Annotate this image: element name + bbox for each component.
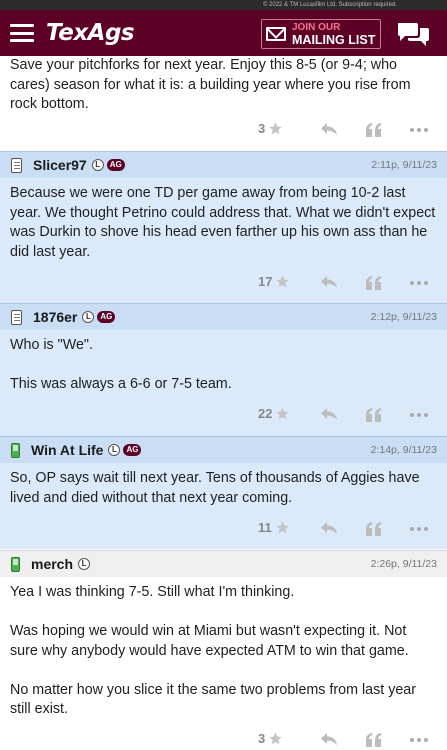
star-icon: [269, 122, 282, 135]
ag-badge: AG: [123, 444, 142, 456]
forum-post: Slicer97 L AG 2:11p, 9/11/23 Because we …: [0, 151, 447, 303]
like-count[interactable]: 22: [258, 406, 290, 421]
reply-icon[interactable]: [320, 732, 338, 746]
username[interactable]: Win At Life: [31, 442, 103, 458]
post-body: Who is "We". This was always a 6-6 or 7-…: [0, 330, 447, 395]
site-header: TexAgs JOIN OUR MAILING LIST: [0, 10, 447, 56]
reply-icon[interactable]: [320, 407, 338, 421]
like-count[interactable]: 17: [258, 274, 290, 289]
quote-icon[interactable]: [365, 275, 382, 290]
post-time[interactable]: 2:12p, 9/11/23: [371, 311, 437, 323]
quote-icon[interactable]: [365, 521, 382, 536]
forum-post: 1876er L AG 2:12p, 9/11/23 Who is "We". …: [0, 303, 447, 436]
post-text: Because we were one TD per game away fro…: [10, 185, 436, 260]
post-actions: 11: [0, 518, 447, 540]
post-time[interactable]: 2:11p, 9/11/23: [371, 159, 437, 171]
post-partial: Save your pitchforks for next year. Enjo…: [0, 56, 447, 151]
forum-post: Win At Life L AG 2:14p, 9/11/23 So, OP s…: [0, 436, 447, 549]
post-header: merch L 2:26p, 9/11/23: [0, 551, 447, 577]
quote-icon[interactable]: [365, 407, 382, 422]
ag-badge: AG: [106, 159, 125, 171]
more-icon[interactable]: [410, 128, 428, 132]
ag-badge: AG: [97, 311, 116, 323]
more-icon[interactable]: [410, 527, 428, 531]
star-icon: [276, 521, 289, 534]
reply-icon[interactable]: [320, 275, 338, 289]
more-icon[interactable]: [410, 413, 428, 417]
post-actions: 3: [0, 729, 447, 750]
post-actions: 17: [0, 272, 447, 294]
quote-icon[interactable]: [365, 122, 382, 137]
quote-icon[interactable]: [365, 732, 382, 747]
more-icon[interactable]: [410, 738, 428, 742]
reply-icon[interactable]: [320, 521, 338, 535]
more-icon[interactable]: [410, 281, 428, 285]
l-badge: L: [108, 444, 121, 456]
post-text: Yea I was thinking 7-5. Still what I'm t…: [10, 584, 295, 600]
post-body: Because we were one TD per game away fro…: [0, 178, 447, 262]
phone-icon: [11, 556, 20, 572]
top-ad-strip: © 2022 & TM Lucasfilm Ltd. Subscription …: [0, 0, 447, 10]
post-text: Was hoping we would win at Miami but was…: [10, 623, 409, 659]
post-header: 1876er L AG 2:12p, 9/11/23: [0, 304, 447, 330]
post-header: Win At Life L AG 2:14p, 9/11/23: [0, 437, 447, 463]
forum-post: merch L 2:26p, 9/11/23 Yea I was thinkin…: [0, 550, 447, 750]
chat-icon[interactable]: [396, 21, 430, 47]
star-icon: [269, 732, 282, 745]
post-text: So, OP says wait till next year. Tens of…: [10, 470, 420, 506]
post-text: This was always a 6-6 or 7-5 team.: [10, 376, 232, 392]
username[interactable]: 1876er: [33, 309, 77, 325]
phone-icon: [11, 442, 20, 458]
like-count[interactable]: 3: [258, 121, 283, 136]
post-time[interactable]: 2:14p, 9/11/23: [371, 444, 437, 456]
reply-icon[interactable]: [320, 122, 338, 136]
l-badge: L: [78, 558, 91, 570]
menu-icon[interactable]: [10, 24, 34, 42]
l-badge: L: [82, 311, 95, 323]
post-time[interactable]: 2:26p, 9/11/23: [371, 558, 437, 570]
envelope-icon: [266, 27, 286, 41]
like-count[interactable]: 3: [258, 731, 283, 746]
post-text: Who is "We".: [10, 337, 93, 353]
post-body: Save your pitchforks for next year. Enjo…: [0, 56, 447, 115]
site-logo[interactable]: TexAgs: [46, 20, 135, 46]
tablet-icon: [11, 309, 22, 325]
post-text: No matter how you slice it the same two …: [10, 681, 417, 718]
username[interactable]: Slicer97: [33, 157, 87, 173]
mailing-list-button[interactable]: JOIN OUR MAILING LIST: [261, 19, 381, 49]
post-body: So, OP says wait till next year. Tens of…: [0, 463, 447, 508]
l-badge: L: [91, 159, 104, 171]
ad-text: © 2022 & TM Lucasfilm Ltd. Subscription …: [262, 2, 397, 8]
post-body: Yea I was thinking 7-5. Still what I'm t…: [0, 577, 447, 720]
mailing-line2: MAILING LIST: [292, 33, 376, 47]
like-count[interactable]: 11: [258, 520, 290, 535]
post-actions: 3: [0, 119, 447, 141]
star-icon: [276, 275, 290, 288]
tablet-icon: [11, 157, 22, 173]
post-text: Save your pitchforks for next year. Enjo…: [10, 57, 411, 112]
post-header: Slicer97 L AG 2:11p, 9/11/23: [0, 152, 447, 178]
post-actions: 22: [0, 404, 447, 426]
username[interactable]: merch: [31, 556, 73, 572]
star-icon: [276, 407, 290, 420]
